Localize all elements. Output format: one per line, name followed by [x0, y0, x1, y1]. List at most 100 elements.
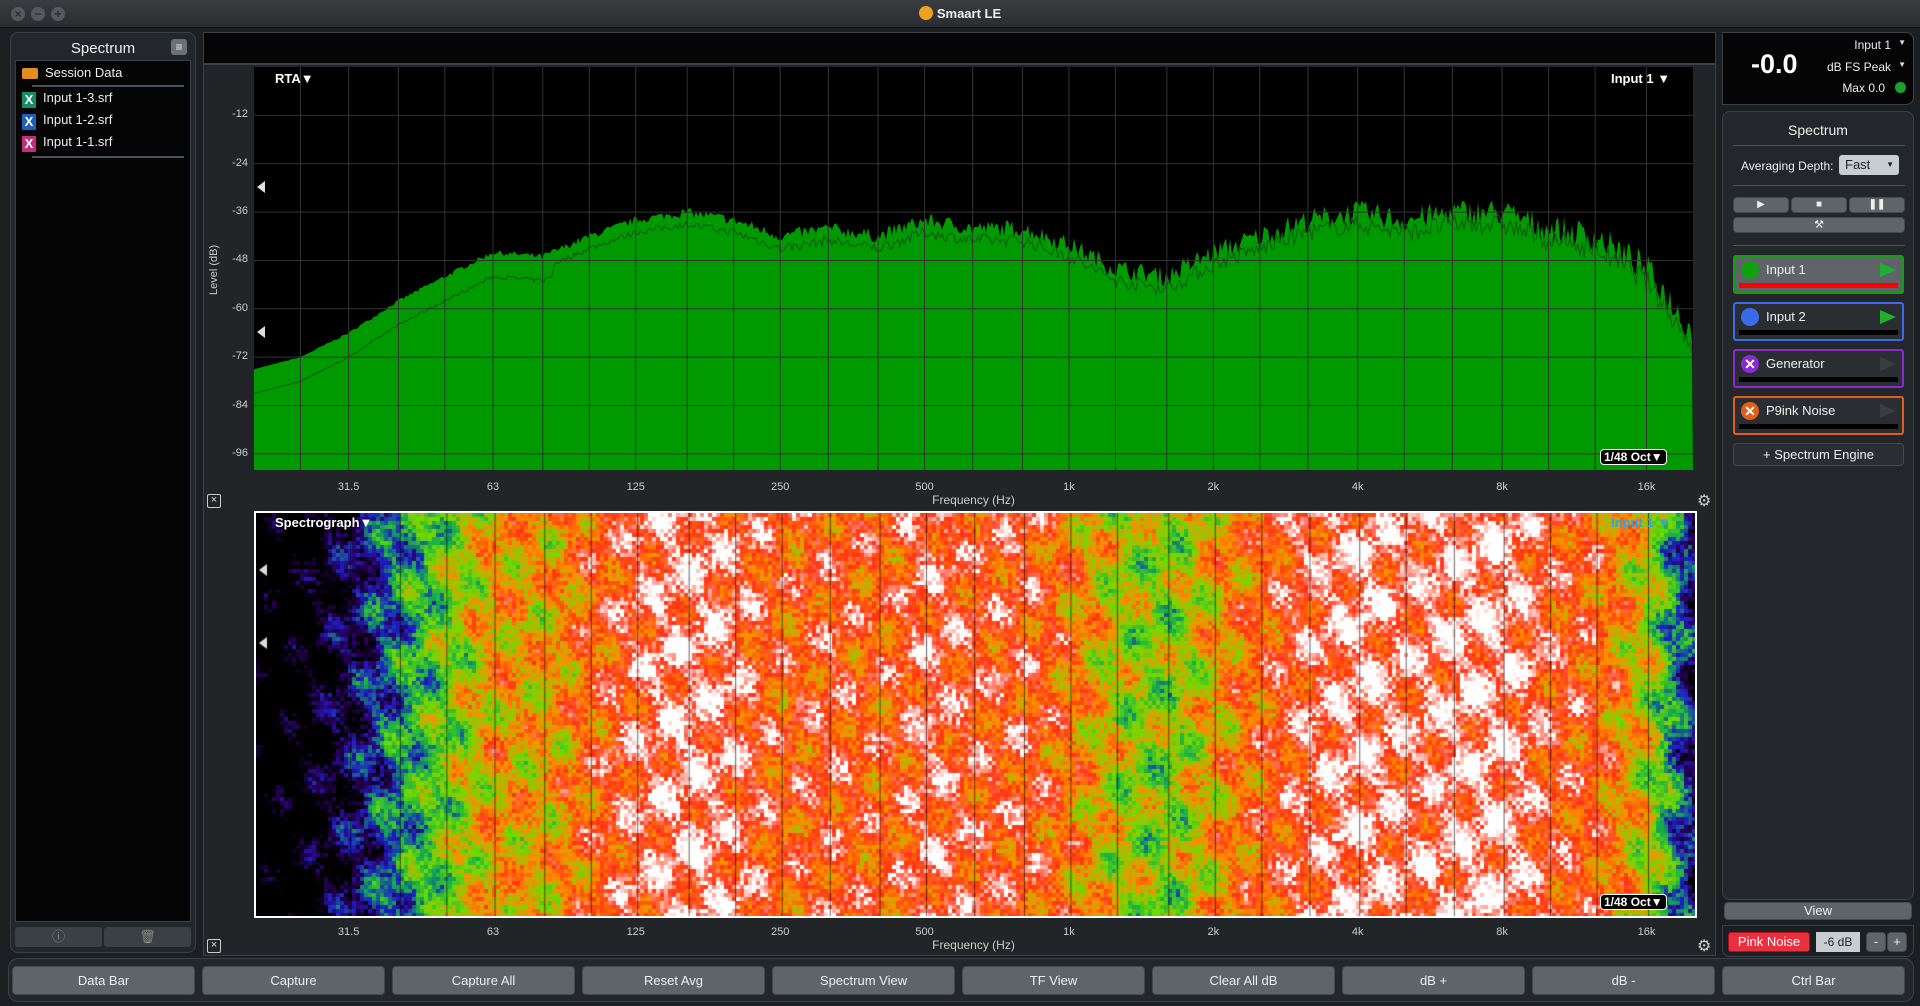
spectrum-area — [254, 200, 1693, 470]
spectrograph-input-dropdown[interactable]: Input 1 ▼ — [1611, 515, 1670, 530]
rta-plot[interactable] — [254, 67, 1693, 470]
gear-icon[interactable]: ⚙ — [1697, 491, 1711, 511]
title-bar: × − + Smaart LE — [0, 0, 1920, 28]
engine-name: Input 2 — [1766, 309, 1806, 324]
threshold-marker-icon[interactable] — [257, 181, 265, 193]
tf-view-button[interactable]: TF View — [962, 966, 1145, 995]
rta-resolution-dropdown[interactable]: 1/48 Oct▼ — [1600, 449, 1667, 465]
engine-status-icon[interactable] — [1741, 308, 1759, 326]
x-tick-label: 8k — [1496, 926, 1508, 938]
x-tick-label: 8k — [1496, 481, 1508, 493]
file-item[interactable]: X Input 1-3.srf — [22, 88, 112, 108]
play-button[interactable]: ▶ — [1733, 197, 1789, 213]
averaging-value: Fast — [1845, 157, 1871, 172]
window-title: Smaart LE — [0, 6, 1920, 21]
play-icon[interactable] — [1880, 404, 1896, 418]
stop-button[interactable]: ■ — [1791, 197, 1847, 213]
pink-noise-button[interactable]: Pink Noise — [1728, 932, 1810, 952]
spectrum-engine-1[interactable]: Input 1 — [1733, 255, 1904, 294]
x-tick-label: 4k — [1351, 926, 1364, 938]
spectrum-panel: Spectrum Averaging Depth: Fast ▼ ▶ ■ ❚❚ ⚒ — [1722, 111, 1914, 900]
clear-all-db-button[interactable]: Clear All dB — [1152, 966, 1335, 995]
engine-level-bar — [1739, 330, 1898, 335]
threshold-marker-icon[interactable] — [257, 326, 265, 338]
engine-disabled-icon[interactable]: ✕ — [1741, 355, 1759, 373]
engine-disabled-icon[interactable]: ✕ — [1741, 402, 1759, 420]
spectrum-engine-4[interactable]: ✕ P9ink Noise — [1733, 396, 1904, 435]
data-bar-button[interactable]: Data Bar — [12, 966, 195, 995]
trash-icon[interactable]: 🗑 — [104, 927, 191, 947]
divider — [32, 85, 184, 87]
file-icon: X — [22, 114, 36, 130]
session-data-panel: Spectrum ≡ Session Data X Input 1-3.srf X… — [10, 32, 196, 953]
play-icon[interactable] — [1880, 263, 1896, 277]
divider — [32, 156, 184, 158]
chevron-down-icon[interactable]: ▼ — [1898, 60, 1906, 69]
file-name: Input 1-1.srf — [43, 134, 113, 149]
close-plot-icon[interactable]: × — [207, 939, 221, 953]
db-button[interactable]: dB - — [1532, 966, 1715, 995]
x-tick-label: 4k — [1351, 481, 1364, 493]
file-item[interactable]: X Input 1-1.srf — [22, 132, 112, 152]
engine-level-bar — [1739, 424, 1898, 429]
rta-mode-dropdown[interactable]: RTA▼ — [275, 71, 314, 86]
status-dot-icon — [1895, 82, 1906, 93]
x-tick-label: 31.5 — [337, 926, 360, 938]
level-plus-button[interactable]: + — [1887, 932, 1907, 952]
meter-units-dropdown[interactable]: dB FS Peak — [1827, 60, 1891, 74]
capture-all-button[interactable]: Capture All — [392, 966, 575, 995]
x-tick-label: 63 — [486, 481, 500, 493]
x-tick-label: 125 — [626, 481, 645, 493]
engine-status-icon[interactable] — [1741, 261, 1759, 279]
averaging-depth-dropdown[interactable]: Fast ▼ — [1839, 155, 1899, 175]
spectrum-view-button[interactable]: Spectrum View — [772, 966, 955, 995]
file-name: Input 1-2.srf — [43, 112, 113, 127]
rta-input-dropdown[interactable]: Input 1 ▼ — [1611, 71, 1670, 86]
y-tick-label: -84 — [232, 398, 248, 411]
x-tick-label: 500 — [915, 481, 934, 493]
app-logo-icon — [918, 6, 933, 20]
folder-icon — [22, 68, 38, 79]
y-tick-label: -48 — [232, 253, 248, 266]
info-icon[interactable]: ⓘ — [15, 927, 102, 947]
spectrum-engine-2[interactable]: Input 2 — [1733, 302, 1904, 341]
file-item[interactable]: X Input 1-2.srf — [22, 110, 112, 130]
window-title-text: Smaart LE — [936, 6, 1002, 21]
pause-button[interactable]: ❚❚ — [1849, 197, 1905, 213]
level-minus-button[interactable]: - — [1866, 932, 1886, 952]
play-icon[interactable] — [1880, 310, 1896, 324]
divider — [1733, 145, 1905, 146]
menu-icon[interactable]: ≡ — [171, 39, 187, 55]
engine-level-bar — [1739, 283, 1898, 288]
session-data-folder[interactable]: Session Data — [22, 63, 122, 83]
plot-area: Level (dB) RTA▼ Input 1 ▼ 1/48 Oct▼ Freq… — [203, 32, 1716, 956]
spectrograph-resolution-dropdown[interactable]: 1/48 Oct▼ — [1600, 894, 1667, 910]
tools-button[interactable]: ⚒ — [1733, 217, 1905, 233]
meter-max: Max 0.0 — [1842, 81, 1885, 95]
x-tick-label: 2k — [1207, 481, 1220, 493]
ctrl-bar-button[interactable]: Ctrl Bar — [1722, 966, 1905, 995]
chevron-down-icon[interactable]: ▼ — [1898, 38, 1906, 47]
spectrograph-plot[interactable] — [254, 511, 1697, 918]
play-icon[interactable] — [1880, 357, 1896, 371]
spectrograph-mode-dropdown[interactable]: Spectrograph▼ — [275, 515, 372, 530]
x-tick-label: 1k — [1063, 926, 1075, 938]
top-strip — [204, 33, 1715, 65]
spectrum-engine-3[interactable]: ✕ Generator — [1733, 349, 1904, 388]
capture-button[interactable]: Capture — [202, 966, 385, 995]
x-tick-label: 500 — [915, 926, 934, 938]
add-spectrum-engine-button[interactable]: + Spectrum Engine — [1733, 443, 1904, 466]
meter-input-dropdown[interactable]: Input 1 — [1854, 38, 1891, 52]
file-name: Input 1-3.srf — [43, 90, 113, 105]
x-axis-label: Frequency (Hz) — [932, 938, 1015, 952]
level-meter: -0.0 Input 1 dB FS Peak ▼ ▼ Max 0.0 — [1722, 32, 1914, 105]
close-plot-icon[interactable]: × — [207, 494, 221, 508]
engine-name: Input 1 — [1766, 262, 1806, 277]
spectrum-panel-title: Spectrum — [1788, 122, 1848, 138]
reset-avg-button[interactable]: Reset Avg — [582, 966, 765, 995]
db-button[interactable]: dB + — [1342, 966, 1525, 995]
y-tick-label: -60 — [232, 301, 248, 314]
gear-icon[interactable]: ⚙ — [1697, 936, 1711, 956]
y-axis-label: Level (dB) — [208, 244, 220, 295]
view-button[interactable]: View — [1724, 902, 1912, 920]
